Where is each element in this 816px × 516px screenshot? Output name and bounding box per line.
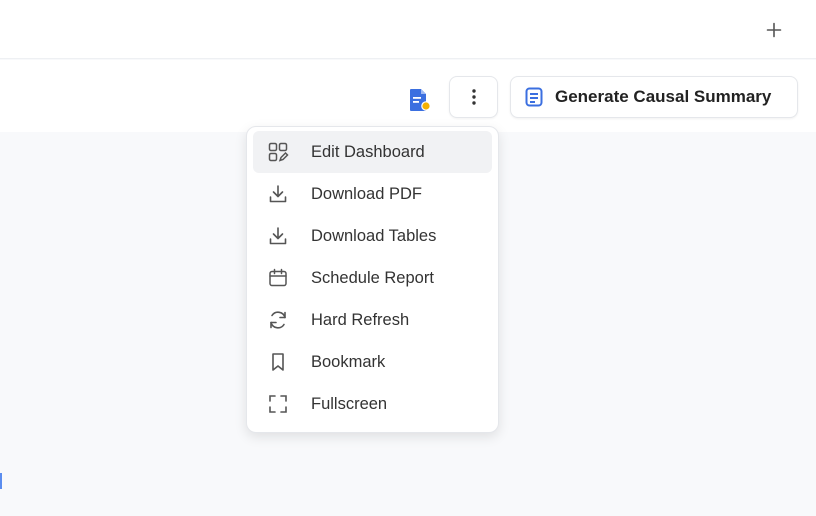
- menu-item-label: Bookmark: [311, 352, 386, 371]
- menu-item-bookmark[interactable]: Bookmark: [253, 341, 492, 383]
- plus-icon: [766, 22, 782, 38]
- refresh-icon: [265, 307, 291, 333]
- menu-item-label: Download PDF: [311, 184, 422, 203]
- calendar-icon: [265, 265, 291, 291]
- menu-item-download-tables[interactable]: Download Tables: [253, 215, 492, 257]
- options-dropdown-menu: Edit Dashboard Download PDF Download Tab…: [246, 126, 499, 433]
- left-edge-marker: [0, 473, 2, 489]
- download-icon: [265, 181, 291, 207]
- menu-item-fullscreen[interactable]: Fullscreen: [253, 383, 492, 425]
- edit-layout-icon: [265, 139, 291, 165]
- document-report-icon: [410, 89, 431, 111]
- menu-item-schedule-report[interactable]: Schedule Report: [253, 257, 492, 299]
- menu-item-label: Edit Dashboard: [311, 142, 425, 161]
- top-bar: [0, 0, 816, 59]
- more-options-button[interactable]: [449, 76, 498, 118]
- generate-causal-summary-button[interactable]: Generate Causal Summary: [510, 76, 798, 118]
- menu-item-label: Schedule Report: [311, 268, 434, 287]
- menu-item-label: Hard Refresh: [311, 310, 410, 329]
- fullscreen-icon: [265, 391, 291, 417]
- menu-item-label: Fullscreen: [311, 394, 388, 413]
- bookmark-icon: [265, 349, 291, 375]
- dashboard-header: Generate Causal Summary: [0, 60, 816, 132]
- menu-item-label: Download Tables: [311, 226, 437, 245]
- menu-item-download-pdf[interactable]: Download PDF: [253, 173, 492, 215]
- vertical-dots-icon: [471, 89, 476, 105]
- summary-doc-icon: [525, 87, 543, 107]
- report-doc-button[interactable]: [402, 83, 436, 117]
- add-tab-button[interactable]: [760, 16, 788, 44]
- download-icon: [265, 223, 291, 249]
- menu-item-edit-dashboard[interactable]: Edit Dashboard: [253, 131, 492, 173]
- menu-item-hard-refresh[interactable]: Hard Refresh: [253, 299, 492, 341]
- generate-button-label: Generate Causal Summary: [555, 87, 772, 106]
